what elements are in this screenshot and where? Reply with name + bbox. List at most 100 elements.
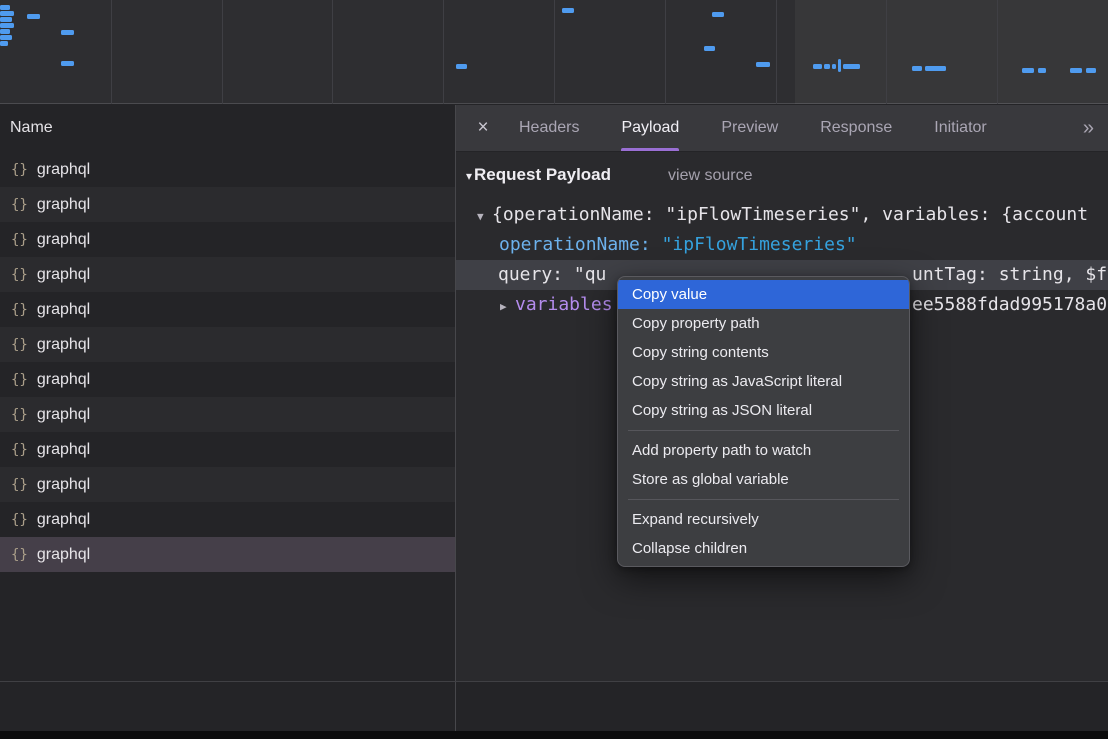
collapse-arrow-icon[interactable]: ▾ (466, 169, 472, 183)
request-timing-bar (712, 12, 724, 17)
timeline-gridline (554, 0, 555, 104)
request-timing-bar (838, 59, 841, 72)
json-braces-icon: {} (11, 162, 28, 178)
menu-item-expand-recursively[interactable]: Expand recursively (618, 505, 909, 534)
request-timing-bar (0, 5, 10, 10)
request-timing-bar (0, 11, 14, 16)
network-request-row[interactable]: {} graphql (0, 362, 455, 397)
network-request-row[interactable]: {} graphql (0, 152, 455, 187)
request-timing-bar (61, 61, 74, 66)
header-band: Name × HeadersPayloadPreviewResponseInit… (0, 105, 1108, 151)
expand-arrow-icon[interactable]: ▼ (477, 202, 492, 230)
network-request-row[interactable]: {}graphql (0, 502, 455, 537)
tab-response[interactable]: Response (799, 105, 913, 151)
request-timing-bar (813, 64, 822, 69)
request-name: graphql (37, 476, 90, 494)
request-name: graphql (37, 161, 90, 179)
request-timing-bar (824, 64, 830, 69)
network-request-row[interactable]: {} graphql (0, 292, 455, 327)
network-request-row[interactable]: {} graphql (0, 327, 455, 362)
column-header-name[interactable]: Name (0, 105, 455, 151)
network-request-row[interactable]: {} graphql (0, 222, 455, 257)
json-braces-icon: {} (11, 547, 28, 563)
timeline-selection-region (795, 0, 1108, 104)
property-value-overflow: untTag: string, $f (912, 260, 1107, 290)
json-braces-icon: {} (11, 197, 28, 213)
more-tabs-icon[interactable]: » (1083, 117, 1092, 140)
tab-initiator[interactable]: Initiator (913, 105, 1007, 151)
footer-divider (0, 681, 1108, 682)
json-braces-icon: {} (11, 512, 28, 528)
timeline-overview[interactable] (0, 0, 1108, 104)
bottom-bar (0, 731, 1108, 739)
request-timing-bar (756, 62, 770, 67)
request-name: graphql (37, 441, 90, 459)
request-timing-bar (456, 64, 467, 69)
network-request-row[interactable]: {} graphql (0, 432, 455, 467)
timeline-gridline (886, 0, 887, 104)
close-icon[interactable]: × (468, 117, 498, 139)
json-braces-icon: {} (11, 267, 28, 283)
request-timing-bar (0, 35, 12, 40)
request-timing-bar (0, 17, 12, 22)
request-timing-bar (27, 14, 40, 19)
tree-row-root[interactable]: ▼{operationName: "ipFlowTimeseries", var… (456, 200, 1108, 230)
network-request-row[interactable]: {} graphql (0, 397, 455, 432)
request-timing-bar (0, 41, 8, 46)
menu-item-copy-string-as-javascript-literal[interactable]: Copy string as JavaScript literal (618, 367, 909, 396)
detail-tab-bar: × HeadersPayloadPreviewResponseInitiator… (456, 105, 1108, 151)
request-name: graphql (37, 301, 90, 319)
object-preview: {operationName: "ipFlowTimeseries", vari… (492, 204, 1088, 225)
json-braces-icon: {} (11, 232, 28, 248)
network-request-list: {} graphql {} graphql {} graphql {} graphql {} gr… (0, 152, 455, 572)
menu-item-copy-value[interactable]: Copy value (618, 280, 909, 309)
json-braces-icon: {} (11, 302, 28, 318)
request-timing-bar (925, 66, 946, 71)
property-key: variables (515, 294, 613, 315)
request-timing-bar (1038, 68, 1046, 73)
menu-item-copy-string-as-json-literal[interactable]: Copy string as JSON literal (618, 396, 909, 425)
menu-item-add-property-path-to-watch[interactable]: Add property path to watch (618, 436, 909, 465)
menu-item-collapse-children[interactable]: Collapse children (618, 534, 909, 563)
tree-row-operation-name[interactable]: operationName: "ipFlowTimeseries" (456, 230, 1108, 260)
property-value-overflow: ee5588fdad995178a0 (912, 290, 1107, 320)
request-name: graphql (37, 336, 90, 354)
view-source-link[interactable]: view source (668, 167, 752, 185)
expand-arrow-icon[interactable]: ▶ (500, 292, 515, 320)
section-title: Request Payload (474, 165, 611, 185)
context-menu: Copy valueCopy property pathCopy string … (617, 276, 910, 567)
network-request-row[interactable]: {} graphql (0, 257, 455, 292)
network-request-row[interactable]: {} graphql (0, 467, 455, 502)
menu-item-copy-property-path[interactable]: Copy property path (618, 309, 909, 338)
tab-payload[interactable]: Payload (600, 105, 700, 151)
property-key: operationName: (499, 234, 662, 255)
menu-item-store-as-global-variable[interactable]: Store as global variable (618, 465, 909, 494)
property-value: "ipFlowTimeseries" (662, 234, 857, 255)
request-name: graphql (37, 231, 90, 249)
request-timing-bar (61, 30, 74, 35)
request-timing-bar (562, 8, 574, 13)
json-braces-icon: {} (11, 442, 28, 458)
menu-separator (628, 430, 899, 431)
request-name: graphql (37, 371, 90, 389)
timeline-gridline (332, 0, 333, 104)
devtools-network-panel: Name × HeadersPayloadPreviewResponseInit… (0, 0, 1108, 739)
request-name: graphql (37, 196, 90, 214)
json-braces-icon: {} (11, 477, 28, 493)
request-timing-bar (1070, 68, 1082, 73)
tab-headers[interactable]: Headers (498, 105, 600, 151)
request-name: graphql (37, 266, 90, 284)
network-request-row[interactable]: {}graphql (0, 537, 455, 572)
request-timing-bar (832, 64, 836, 69)
menu-item-copy-string-contents[interactable]: Copy string contents (618, 338, 909, 367)
timeline-gridline (776, 0, 777, 104)
json-braces-icon: {} (11, 337, 28, 353)
request-name: graphql (37, 406, 90, 424)
tab-preview[interactable]: Preview (700, 105, 799, 151)
request-timing-bar (0, 23, 14, 28)
request-timing-bar (1022, 68, 1034, 73)
json-braces-icon: {} (11, 407, 28, 423)
json-braces-icon: {} (11, 372, 28, 388)
timeline-gridline (665, 0, 666, 104)
network-request-row[interactable]: {} graphql (0, 187, 455, 222)
